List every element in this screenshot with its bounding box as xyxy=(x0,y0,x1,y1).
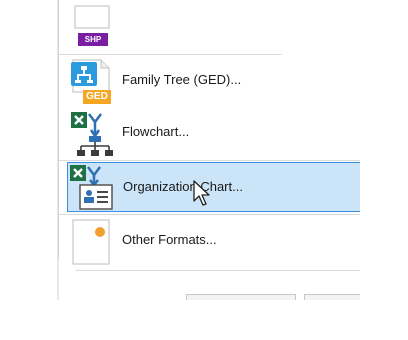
mouse-cursor-icon xyxy=(193,180,210,206)
menu-divider xyxy=(59,214,361,215)
menu-item-label: Other Formats... xyxy=(122,232,217,247)
menu-item-label: Flowchart... xyxy=(122,124,190,139)
dialog-button-row xyxy=(120,294,364,304)
menu-item-shp[interactable] xyxy=(67,0,361,32)
menu-divider xyxy=(59,54,361,55)
menu-item-flowchart[interactable]: Flowchart... xyxy=(67,108,361,158)
dialog-button[interactable] xyxy=(304,294,364,304)
menu-divider xyxy=(59,270,361,271)
menu-item-family-tree-ged[interactable]: GED Family Tree (GED)... xyxy=(67,56,361,106)
shp-badge-label: SHP xyxy=(78,33,108,46)
screenshot-stage: SHP GED Family Tree (GED)... Flowchart..… xyxy=(0,0,408,340)
excel-org-chart-icon xyxy=(70,165,113,210)
menu-item-label: Organization Chart... xyxy=(123,179,243,194)
menu-item-other-formats[interactable]: Other Formats... xyxy=(67,216,361,266)
import-formats-menu: SHP GED Family Tree (GED)... Flowchart..… xyxy=(58,0,361,300)
ged-badge-label: GED xyxy=(86,91,108,102)
dialog-button[interactable] xyxy=(186,294,296,304)
menu-divider xyxy=(59,160,361,161)
excel-flowchart-icon xyxy=(71,112,113,156)
menu-item-label: Family Tree (GED)... xyxy=(122,72,242,87)
shp-file-icon xyxy=(74,5,110,29)
other-formats-icon xyxy=(72,219,110,265)
